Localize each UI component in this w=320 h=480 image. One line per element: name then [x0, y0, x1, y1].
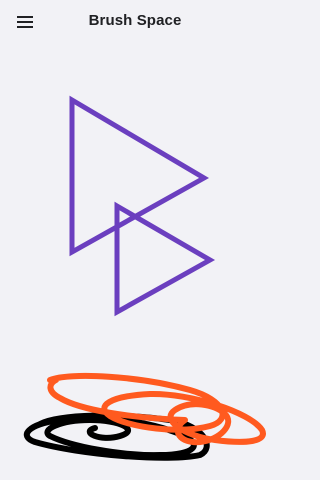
app-screen: Brush Space [0, 0, 270, 480]
orange-scribble-stroke [47, 372, 266, 446]
purple-triangle-stroke-1 [69, 95, 210, 257]
purple-triangle-stroke-2 [114, 201, 216, 317]
drawing-strokes-layer [23, 95, 266, 461]
